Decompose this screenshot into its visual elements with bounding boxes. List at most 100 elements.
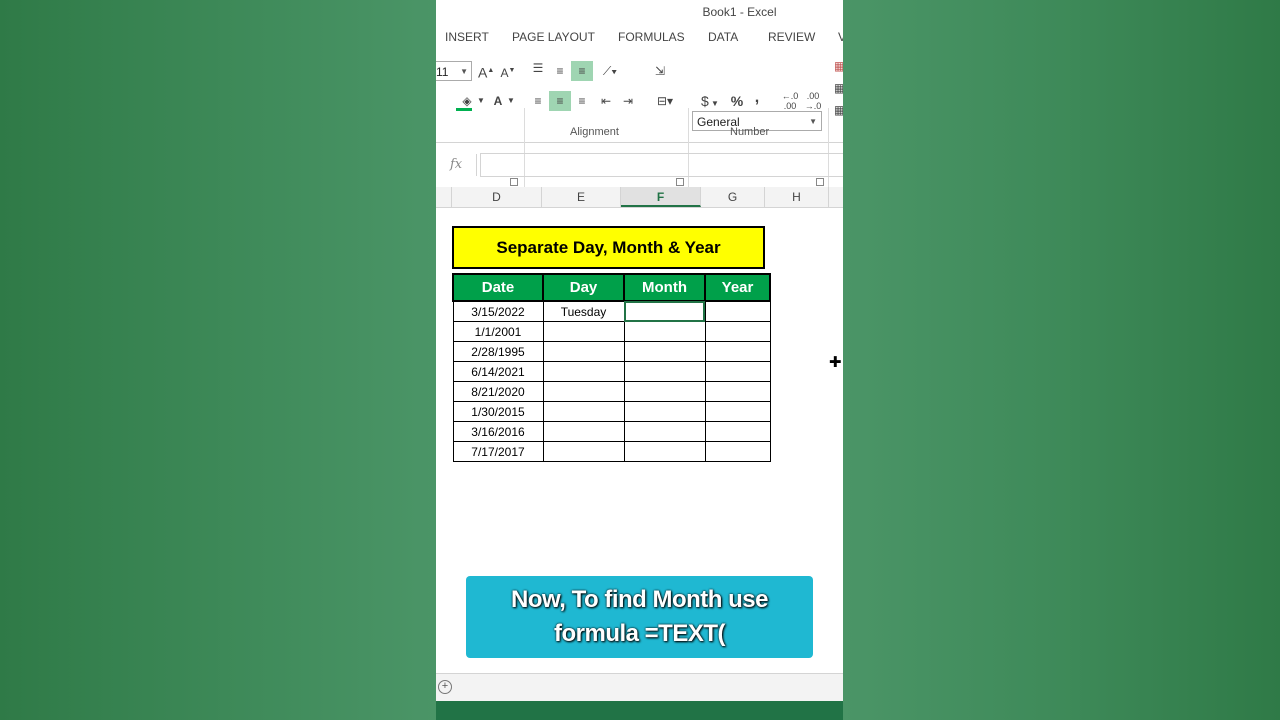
date-cell[interactable]: 7/17/2017 — [452, 441, 544, 462]
date-cell[interactable]: 6/14/2021 — [452, 361, 544, 382]
date-cell[interactable]: 3/15/2022 — [452, 300, 544, 322]
sheet-title-cell[interactable]: Separate Day, Month & Year — [452, 226, 765, 269]
font-size-box[interactable]: 11 ▼ — [436, 61, 472, 81]
chevron-down-icon[interactable]: ▼ — [476, 91, 486, 111]
date-cell[interactable]: 1/30/2015 — [452, 401, 544, 422]
month-cell[interactable] — [623, 361, 706, 382]
currency-button[interactable]: $ ▼ — [696, 91, 724, 114]
format-table-icon[interactable]: ▦ — [834, 78, 843, 98]
day-cell[interactable] — [542, 381, 625, 402]
font-color-button[interactable]: A — [490, 91, 506, 111]
decrease-indent-icon[interactable]: ⇤ — [596, 91, 616, 111]
font-color-label: A — [493, 94, 503, 108]
percent-button[interactable]: % — [728, 91, 746, 111]
number-dialog-launcher-icon[interactable] — [816, 178, 824, 186]
year-cell[interactable] — [704, 361, 771, 382]
tab-formulas[interactable]: FORMULAS — [618, 30, 685, 44]
formula-bar: fx — [436, 152, 843, 178]
caption-line-1: Now, To find Month use — [511, 586, 768, 613]
month-cell[interactable] — [623, 341, 706, 362]
day-cell[interactable] — [542, 421, 625, 442]
tab-insert[interactable]: INSERT — [445, 30, 489, 44]
bottom-align-icon[interactable]: ≡ — [571, 61, 593, 81]
merge-center-icon[interactable]: ⊟▾ — [650, 91, 680, 111]
fill-color-swatch — [456, 108, 472, 111]
top-align-icon[interactable]: ☰ — [528, 58, 548, 78]
currency-label: $ — [701, 93, 709, 109]
day-cell[interactable] — [542, 321, 625, 342]
year-cell[interactable] — [704, 421, 771, 442]
align-right-icon[interactable]: ≡ — [572, 91, 592, 111]
background-blur-right — [843, 0, 1280, 720]
align-left-icon[interactable]: ≡ — [528, 91, 548, 111]
alignment-group-label: Alignment — [570, 126, 619, 138]
chevron-down-icon[interactable]: ▼ — [506, 91, 516, 111]
column-header-g[interactable]: G — [701, 187, 765, 207]
year-cell[interactable] — [704, 321, 771, 342]
middle-align-icon[interactable]: ≡ — [550, 61, 570, 81]
add-sheet-icon[interactable]: + — [438, 680, 452, 694]
status-bar — [436, 701, 843, 720]
month-cell[interactable] — [623, 381, 706, 402]
header-year[interactable]: Year — [704, 273, 771, 302]
column-header-e[interactable]: E — [542, 187, 621, 207]
background-blur-left — [0, 0, 436, 720]
day-cell[interactable] — [542, 361, 625, 382]
align-center-icon[interactable]: ≡ — [549, 91, 571, 111]
header-month[interactable]: Month — [623, 273, 706, 302]
font-dialog-launcher-icon[interactable] — [510, 178, 518, 186]
caption-line-2: formula =TEXT( — [553, 620, 726, 647]
table-row: 3/15/2022 Tuesday — [452, 300, 771, 322]
column-header-f[interactable]: F — [621, 187, 701, 207]
orientation-icon[interactable]: ⟋▾ — [596, 61, 624, 81]
corner-select[interactable] — [436, 187, 452, 207]
chevron-down-icon: ▼ — [809, 117, 817, 126]
tab-data[interactable]: DATA — [708, 30, 738, 44]
wrap-text-icon[interactable]: ⇲ — [650, 61, 670, 81]
year-cell[interactable] — [704, 441, 771, 462]
column-header-h[interactable]: H — [765, 187, 829, 207]
month-cell[interactable] — [623, 401, 706, 422]
day-cell[interactable] — [542, 401, 625, 422]
year-cell[interactable] — [704, 300, 771, 322]
header-day[interactable]: Day — [542, 273, 625, 302]
date-cell[interactable]: 2/28/1995 — [452, 341, 544, 362]
sheet-tab-bar: + — [436, 673, 843, 702]
date-cell[interactable]: 1/1/2001 — [452, 321, 544, 342]
fx-icon[interactable]: fx — [450, 157, 462, 172]
month-cell-selected[interactable] — [623, 300, 706, 322]
alignment-dialog-launcher-icon[interactable] — [676, 178, 684, 186]
cell-styles-icon[interactable]: ▦ — [834, 100, 843, 120]
formula-separator — [476, 154, 477, 176]
tab-view[interactable]: V — [838, 30, 843, 44]
tab-review[interactable]: REVIEW — [768, 30, 815, 44]
column-header-d[interactable]: D — [452, 187, 542, 207]
year-cell[interactable] — [704, 401, 771, 422]
grow-font-button[interactable]: A▲ — [478, 61, 494, 83]
decrease-decimal-label: .00 →.0 — [804, 91, 822, 111]
comma-button[interactable]: , — [751, 88, 763, 108]
header-date[interactable]: Date — [452, 273, 544, 302]
shrink-font-button[interactable]: A▼ — [500, 61, 516, 83]
increase-indent-icon[interactable]: ⇥ — [618, 91, 638, 111]
table-row: 1/1/2001 — [452, 321, 771, 342]
day-cell[interactable]: Tuesday — [542, 300, 625, 322]
month-cell[interactable] — [623, 421, 706, 442]
decrease-decimal-button[interactable]: .00 →.0 — [802, 91, 824, 111]
date-cell[interactable]: 8/21/2020 — [452, 381, 544, 402]
tab-page-layout[interactable]: PAGE LAYOUT — [512, 30, 595, 44]
year-cell[interactable] — [704, 341, 771, 362]
grow-font-label: A — [478, 64, 488, 81]
table-row: 1/30/2015 — [452, 401, 771, 422]
year-cell[interactable] — [704, 381, 771, 402]
month-cell[interactable] — [623, 441, 706, 462]
date-cell[interactable]: 3/16/2016 — [452, 421, 544, 442]
conditional-format-icon[interactable]: ▦ — [834, 56, 843, 76]
video-caption: Now, To find Month use formula =TEXT( — [466, 576, 813, 658]
day-cell[interactable] — [542, 341, 625, 362]
formula-input[interactable] — [480, 153, 843, 177]
increase-decimal-button[interactable]: ←.0 .00 — [779, 91, 801, 111]
day-cell[interactable] — [542, 441, 625, 462]
shrink-font-label: A — [500, 66, 509, 80]
month-cell[interactable] — [623, 321, 706, 342]
